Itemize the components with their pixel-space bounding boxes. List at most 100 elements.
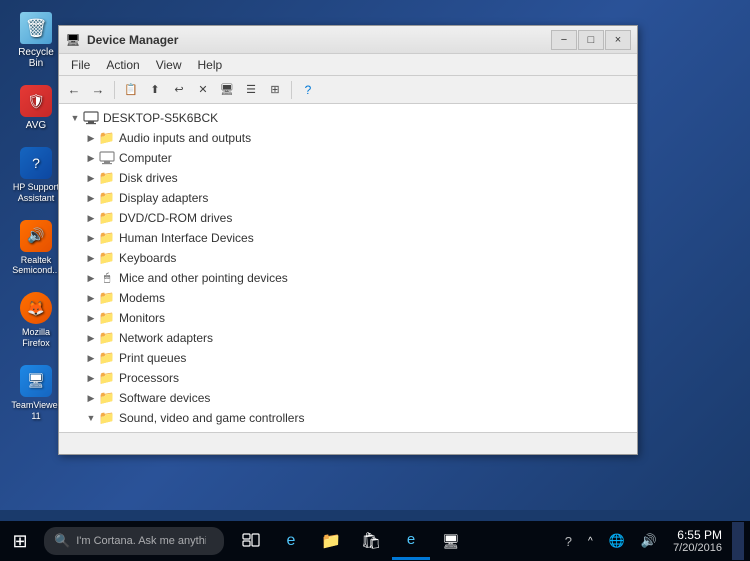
disk-label: Disk drives	[119, 171, 178, 185]
menu-action[interactable]: Action	[98, 56, 147, 74]
taskbar-explorer[interactable]: 📁	[312, 522, 350, 560]
title-bar[interactable]: 🖥 Device Manager − □ ×	[59, 26, 637, 54]
toolbar-back[interactable]: ←	[63, 79, 85, 101]
taskbar-ie[interactable]: e	[392, 522, 430, 560]
sound-expand[interactable]: ▼	[83, 410, 99, 426]
close-button[interactable]: ×	[605, 30, 631, 50]
tree-processors[interactable]: ▶ 📁 Processors	[59, 368, 637, 388]
hp-label: HP Support Assistant	[12, 182, 60, 204]
monitors-label: Monitors	[119, 311, 165, 325]
toolbar-device-type[interactable]: ☰	[240, 79, 262, 101]
tree-mice[interactable]: ▶ 🖱 Mice and other pointing devices	[59, 268, 637, 288]
taskbar-search-bar[interactable]: 🔍	[44, 527, 224, 555]
tree-display[interactable]: ▶ 📁 Display adapters	[59, 188, 637, 208]
clock-display[interactable]: 6:55 PM 7/20/2016	[667, 526, 728, 556]
tree-software[interactable]: ▶ 📁 Software devices	[59, 388, 637, 408]
print-label: Print queues	[119, 351, 186, 365]
audio-inputs-expand[interactable]: ▶	[83, 130, 99, 146]
desktop-icon-teamviewer[interactable]: 🖥 TeamViewer 11	[8, 361, 64, 426]
software-icon: 📁	[99, 390, 115, 406]
proc-expand[interactable]: ▶	[83, 370, 99, 386]
tree-network[interactable]: ▶ 📁 Network adapters	[59, 328, 637, 348]
taskbar-edge[interactable]: e	[272, 522, 310, 560]
tree-audio-inputs[interactable]: ▶ 📁 Audio inputs and outputs	[59, 128, 637, 148]
status-bar	[59, 432, 637, 454]
menu-file[interactable]: File	[63, 56, 98, 74]
taskbar-store[interactable]: 🛍	[352, 522, 390, 560]
tree-sound[interactable]: ▼ 📁 Sound, video and game controllers	[59, 408, 637, 428]
tree-disk-drives[interactable]: ▶ 📁 Disk drives	[59, 168, 637, 188]
menu-help[interactable]: Help	[190, 56, 231, 74]
tree-computer[interactable]: ▶ Computer	[59, 148, 637, 168]
network-expand[interactable]: ▶	[83, 330, 99, 346]
maximize-button[interactable]: □	[578, 30, 604, 50]
cortana-search-input[interactable]	[76, 535, 206, 547]
chevron-icon: ^	[588, 536, 593, 547]
software-expand[interactable]: ▶	[83, 390, 99, 406]
system-tray-chevron[interactable]: ^	[582, 534, 599, 549]
hp-icon: ?	[20, 147, 52, 179]
tree-root[interactable]: ▼ DESKTOP-S5K6BCK	[59, 108, 637, 128]
monitors-expand[interactable]: ▶	[83, 310, 99, 326]
volume-icon-group[interactable]: 🔊	[635, 531, 663, 551]
tree-hid[interactable]: ▶ 📁 Human Interface Devices	[59, 228, 637, 248]
firefox-label: Mozilla Firefox	[12, 327, 60, 349]
network-icon-group[interactable]: 🌐	[603, 531, 631, 551]
display-icon: 📁	[99, 190, 115, 206]
toolbar-resources[interactable]: ⊞	[264, 79, 286, 101]
toolbar-forward[interactable]: →	[87, 79, 109, 101]
desktop-icon-recycle-bin[interactable]: 🗑 Recycle Bin	[8, 8, 64, 73]
toolbar-help[interactable]: ?	[297, 79, 319, 101]
modems-label: Modems	[119, 291, 165, 305]
mice-expand[interactable]: ▶	[83, 270, 99, 286]
minimize-button[interactable]: −	[551, 30, 577, 50]
dvd-label: DVD/CD-ROM drives	[119, 211, 232, 225]
realtek-icon: 🔊	[20, 220, 52, 252]
device-manager-window: 🖥 Device Manager − □ × File Action View …	[58, 25, 638, 455]
taskbar: ⊞ 🔍 e 📁 🛍 e 🖥 ? ^ 🌐 🔊 6:55 PM 7/20/2016	[0, 521, 750, 561]
help-icon: ?	[565, 534, 572, 549]
device-tree-content[interactable]: ▼ DESKTOP-S5K6BCK ▶ 📁 Audio inputs and o…	[59, 104, 637, 432]
modems-icon: 📁	[99, 290, 115, 306]
mice-label: Mice and other pointing devices	[119, 271, 288, 285]
root-label: DESKTOP-S5K6BCK	[103, 111, 218, 125]
mice-icon: 🖱	[99, 270, 115, 286]
toolbar-rollback[interactable]: ↩	[168, 79, 190, 101]
display-expand[interactable]: ▶	[83, 190, 99, 206]
disk-expand[interactable]: ▶	[83, 170, 99, 186]
tree-monitors[interactable]: ▶ 📁 Monitors	[59, 308, 637, 328]
toolbar-properties[interactable]: 📋	[120, 79, 142, 101]
tree-dvd[interactable]: ▶ 📁 DVD/CD-ROM drives	[59, 208, 637, 228]
desktop-icon-avg[interactable]: 🛡 AVG	[8, 81, 64, 135]
computer-icon	[99, 150, 115, 166]
modems-expand[interactable]: ▶	[83, 290, 99, 306]
desktop-icon-firefox[interactable]: 🦊 Mozilla Firefox	[8, 288, 64, 353]
taskbar-system-tray: ? ^ 🌐 🔊 6:55 PM 7/20/2016	[559, 522, 750, 560]
print-expand[interactable]: ▶	[83, 350, 99, 366]
help-icon-group[interactable]: ?	[559, 532, 578, 551]
hid-expand[interactable]: ▶	[83, 230, 99, 246]
toolbar-update-driver[interactable]: ⬆	[144, 79, 166, 101]
toolbar-separator-1	[114, 81, 115, 99]
computer-expand[interactable]: ▶	[83, 150, 99, 166]
keyboards-expand[interactable]: ▶	[83, 250, 99, 266]
tree-keyboards[interactable]: ▶ 📁 Keyboards	[59, 248, 637, 268]
taskbar-task-view[interactable]	[232, 522, 270, 560]
dvd-expand[interactable]: ▶	[83, 210, 99, 226]
start-button[interactable]: ⊞	[0, 521, 40, 561]
desktop-icon-hp[interactable]: ? HP Support Assistant	[8, 143, 64, 208]
toolbar-scan[interactable]: 🖥	[216, 79, 238, 101]
display-label: Display adapters	[119, 191, 208, 205]
dvd-icon: 📁	[99, 210, 115, 226]
teamviewer-icon: 🖥	[20, 365, 52, 397]
menu-view[interactable]: View	[148, 56, 190, 74]
tree-modems[interactable]: ▶ 📁 Modems	[59, 288, 637, 308]
desktop-icon-realtek[interactable]: 🔊 Realtek Semicond...	[8, 216, 64, 281]
toolbar-uninstall[interactable]: ✕	[192, 79, 214, 101]
tree-print[interactable]: ▶ 📁 Print queues	[59, 348, 637, 368]
root-expand-icon[interactable]: ▼	[67, 110, 83, 126]
hid-icon: 📁	[99, 230, 115, 246]
taskbar-device-manager-btn[interactable]: 🖥	[432, 522, 470, 560]
notification-corner[interactable]	[732, 522, 744, 560]
network-icon: 📁	[99, 330, 115, 346]
